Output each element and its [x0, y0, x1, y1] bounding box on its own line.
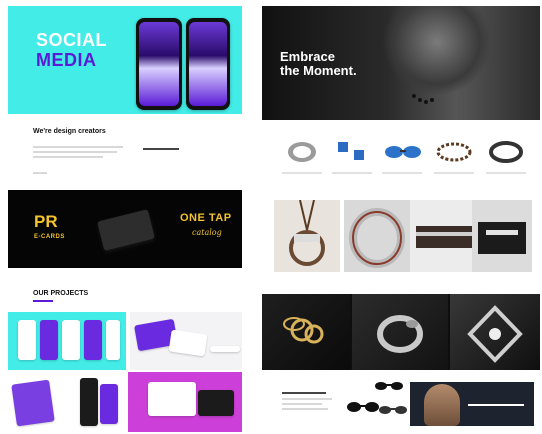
- product-item[interactable]: [484, 132, 528, 174]
- project-tile[interactable]: [128, 372, 242, 432]
- text-line: [33, 172, 47, 174]
- product-item[interactable]: [380, 132, 424, 174]
- eyewear-banner[interactable]: [410, 382, 534, 426]
- bracelet-bead: [418, 98, 422, 102]
- our-projects-section: OUR PROJECTS: [8, 284, 242, 434]
- jewelry-gallery: [262, 200, 540, 276]
- sunglasses-icon: [347, 402, 379, 412]
- one-tap-logo: ONE TAP: [180, 212, 232, 224]
- hero-title-line2: the Moment.: [280, 63, 357, 78]
- hero-banner[interactable]: Embrace the Moment.: [262, 6, 540, 120]
- projects-title: OUR PROJECTS: [33, 290, 89, 297]
- cuff-icon: [489, 141, 523, 163]
- pr-ecards-banner[interactable]: PR E-CARDS ONE TAP catalog: [8, 190, 242, 268]
- dark-tile[interactable]: [450, 294, 540, 370]
- project-tile[interactable]: [130, 312, 242, 370]
- jewelry-tile[interactable]: [274, 200, 340, 272]
- project-tile[interactable]: [8, 312, 126, 370]
- product-row: [262, 126, 540, 196]
- text-line: [468, 404, 524, 406]
- text-line: [143, 148, 179, 150]
- sunglasses-icon: [375, 382, 403, 390]
- design-title: We're design creators: [33, 128, 106, 135]
- jewelry-tile[interactable]: [472, 200, 532, 272]
- text-line: [282, 408, 328, 410]
- projects-underline: [33, 300, 53, 302]
- text-line: [33, 146, 123, 148]
- social-media-banner[interactable]: SOCIAL MEDIA: [8, 6, 242, 114]
- band-icon: [416, 226, 472, 248]
- pr-logo: PR: [34, 212, 58, 231]
- hero-title-line1: Embrace: [280, 49, 335, 64]
- jewelry-tile[interactable]: [344, 200, 410, 272]
- product-item[interactable]: [330, 132, 374, 174]
- hero-photo: [382, 6, 492, 96]
- ring-icon: [288, 142, 316, 162]
- phone-mockup-1: [136, 18, 182, 110]
- dark-gallery: [262, 294, 540, 370]
- phone-mockup-2: [186, 18, 230, 110]
- text-line: [282, 398, 332, 400]
- bracelet-bead: [412, 94, 416, 98]
- product-item[interactable]: [280, 132, 324, 174]
- cufflinks-icon: [338, 142, 364, 160]
- model-photo: [424, 384, 460, 426]
- silver-ring-icon: [377, 315, 423, 353]
- business-card: [97, 209, 155, 251]
- pr-subtitle: E-CARDS: [34, 234, 65, 240]
- necklace-icon: [289, 200, 325, 266]
- ring-icon: [349, 208, 405, 268]
- text-line: [282, 403, 322, 405]
- project-tile[interactable]: [70, 374, 126, 430]
- chain-icon: [283, 317, 324, 344]
- jewelry-tile[interactable]: [410, 200, 476, 272]
- dark-tile[interactable]: [262, 294, 350, 370]
- project-tile[interactable]: [8, 374, 68, 430]
- sunglasses-icon: [385, 146, 421, 158]
- sunglasses-icon: [379, 406, 407, 414]
- design-creators-section: We're design creators: [8, 118, 242, 188]
- text-line: [282, 392, 326, 394]
- eyewear-section: [262, 378, 540, 430]
- pendant-icon: [467, 305, 523, 363]
- bracelet-bead: [430, 98, 434, 102]
- product-item[interactable]: [432, 132, 476, 174]
- social-title: SOCIAL: [36, 30, 108, 50]
- text-line: [33, 156, 103, 158]
- media-title: MEDIA: [36, 50, 97, 70]
- one-tap-subtitle: catalog: [192, 228, 222, 237]
- bracelet-icon: [436, 142, 472, 162]
- text-line: [33, 151, 117, 153]
- dark-tile[interactable]: [352, 294, 448, 370]
- bracelet-bead: [424, 100, 428, 104]
- wallet-icon: [478, 222, 526, 254]
